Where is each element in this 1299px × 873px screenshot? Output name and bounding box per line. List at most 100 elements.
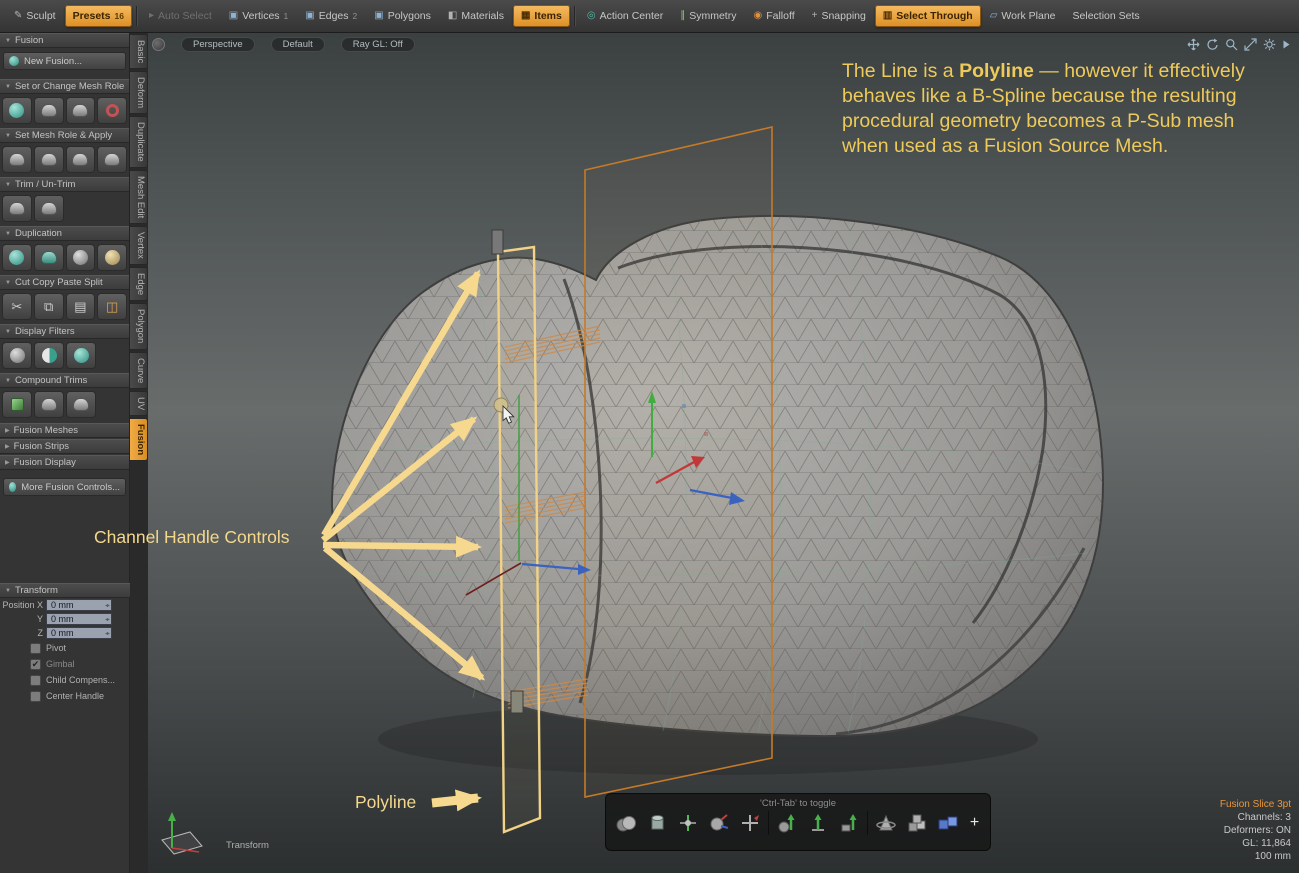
tab-curve[interactable]: Curve [130, 352, 148, 389]
channel-handle-top[interactable] [492, 230, 503, 254]
section-header-trim[interactable]: ▼ Trim / Un-Trim [0, 177, 129, 192]
section-header-role-apply[interactable]: ▼ Set Mesh Role & Apply [0, 128, 129, 143]
position-y-field[interactable]: 0 mm ◂▸ [46, 613, 112, 625]
toolbar-materials[interactable]: ◧ Materials [440, 5, 512, 27]
duplicate-gray-button[interactable] [66, 244, 96, 271]
cube-stack-icon[interactable] [904, 811, 930, 835]
channel-handle-bottom[interactable] [511, 691, 523, 713]
apply-union-button[interactable] [66, 146, 96, 173]
toolbar-sculpt[interactable]: ✎ Sculpt [6, 5, 64, 27]
axes-figure-icon[interactable] [675, 811, 701, 835]
add-tool-button[interactable]: + [966, 814, 984, 832]
tab-fusion[interactable]: Fusion [130, 418, 148, 461]
toolbar-selection-sets[interactable]: Selection Sets [1065, 5, 1148, 27]
green-arrow-item-icon[interactable] [836, 811, 862, 835]
primary-sphere-button[interactable] [2, 97, 32, 124]
tab-deform[interactable]: Deform [130, 71, 148, 114]
section-header-fusion[interactable]: ▼ Fusion [0, 33, 129, 48]
toolbar-symmetry[interactable]: ∥ Symmetry [672, 5, 744, 27]
toolbar-action-center[interactable]: ◎ Action Center [579, 5, 671, 27]
tab-basic[interactable]: Basic [130, 34, 148, 69]
section-header-mesh-role[interactable]: ▼ Set or Change Mesh Role [0, 79, 129, 94]
cut-button[interactable]: ✂ [2, 293, 32, 320]
trim-cylinder-alt-button[interactable] [66, 97, 96, 124]
duplicate-sphere-button[interactable] [2, 244, 32, 271]
remove-role-button[interactable] [97, 97, 127, 124]
rotate-view-icon[interactable] [1206, 38, 1219, 51]
more-fusion-controls-button[interactable]: More Fusion Controls... [3, 478, 126, 496]
tab-duplicate[interactable]: Duplicate [130, 116, 148, 168]
expand-panel-icon[interactable] [1282, 38, 1291, 51]
spinner-icon[interactable]: ◂▸ [105, 616, 109, 623]
compound-add-button[interactable] [2, 391, 32, 418]
trim-cylinder-button[interactable] [34, 97, 64, 124]
new-fusion-button[interactable]: New Fusion... [3, 52, 126, 70]
blue-cubes-icon[interactable] [935, 811, 961, 835]
trim-mesh-button[interactable] [2, 195, 32, 222]
perspective-selector[interactable]: Perspective [181, 37, 255, 52]
toolbar-select-through[interactable]: ▥ Select Through [875, 5, 981, 27]
duplicate-instance-button[interactable] [34, 244, 64, 271]
pivot-checkbox[interactable] [30, 643, 41, 654]
cone-ring-icon[interactable] [873, 811, 899, 835]
spinner-icon[interactable]: ◂▸ [105, 602, 109, 609]
untrim-mesh-button[interactable] [34, 195, 64, 222]
apply-primary-button[interactable] [2, 146, 32, 173]
tab-polygon[interactable]: Polygon [130, 303, 148, 349]
section-header-cut-copy[interactable]: ▼ Cut Copy Paste Split [0, 275, 129, 290]
spinner-icon[interactable]: ◂▸ [105, 630, 109, 637]
viewport-settings-gear-icon[interactable] [1263, 38, 1276, 51]
section-header-duplication[interactable]: ▼ Duplication [0, 226, 129, 241]
filter-airtight-button[interactable] [66, 342, 96, 369]
copy-button[interactable]: ⧉ [34, 293, 64, 320]
toolbar-polygons[interactable]: ▣ Polygons [366, 5, 439, 27]
green-arrow-axes-icon[interactable] [805, 811, 831, 835]
child-compens-checkbox[interactable] [30, 675, 41, 686]
toolbar-falloff[interactable]: ◉ Falloff [745, 5, 802, 27]
compound-subtract-button[interactable] [34, 391, 64, 418]
position-z-field[interactable]: 0 mm ◂▸ [46, 627, 112, 639]
toolbar-auto-select[interactable]: ▸ Auto Select [141, 5, 220, 27]
tab-edge[interactable]: Edge [130, 267, 148, 301]
viewport-canvas[interactable] [148, 33, 1299, 873]
cylinder-tool-icon[interactable] [644, 811, 670, 835]
section-header-fusion-strips[interactable]: ▶ Fusion Strips [0, 439, 129, 454]
tab-vertex[interactable]: Vertex [130, 226, 148, 265]
paste-button[interactable]: ▤ [66, 293, 96, 320]
center-handle-checkbox[interactable] [30, 691, 41, 702]
toolbar-items[interactable]: ▦ Items [513, 5, 570, 27]
compound-intersect-button[interactable] [66, 391, 96, 418]
tab-uv[interactable]: UV [130, 391, 148, 416]
section-header-compound-trims[interactable]: ▼ Compound Trims [0, 373, 129, 388]
section-header-display-filters[interactable]: ▼ Display Filters [0, 324, 129, 339]
duplicate-source-button[interactable] [97, 244, 127, 271]
apply-intersect-button[interactable] [97, 146, 127, 173]
apply-trim-button[interactable] [34, 146, 64, 173]
toolbar-vertices[interactable]: ▣ Vertices 1 [221, 5, 297, 27]
split-button[interactable]: ◫ [97, 293, 127, 320]
gimbal-checkbox[interactable]: ✔ [30, 659, 41, 670]
toolbar-edges[interactable]: ▣ Edges 2 [297, 5, 365, 27]
section-header-transform[interactable]: ▼ Transform [0, 583, 130, 598]
fusion-slice-plane[interactable] [585, 127, 772, 797]
maximize-viewport-icon[interactable] [1244, 38, 1257, 51]
position-x-field[interactable]: 0 mm ◂▸ [46, 599, 112, 611]
zoom-view-icon[interactable] [1225, 38, 1238, 51]
filter-half-button[interactable] [34, 342, 64, 369]
spheres-pair-icon[interactable] [613, 811, 639, 835]
toolbar-work-plane[interactable]: ▱ Work Plane [982, 5, 1064, 27]
green-arrow-figure-icon[interactable] [774, 811, 800, 835]
pan-view-icon[interactable] [1187, 38, 1200, 51]
raygl-toggle[interactable]: Ray GL: Off [341, 37, 415, 52]
filter-solid-button[interactable] [2, 342, 32, 369]
tab-mesh-edit[interactable]: Mesh Edit [130, 170, 148, 224]
viewport-menu-button[interactable] [152, 38, 165, 51]
move-axes-icon[interactable] [737, 811, 763, 835]
shading-selector[interactable]: Default [271, 37, 325, 52]
section-header-fusion-meshes[interactable]: ▶ Fusion Meshes [0, 423, 129, 438]
toolbar-snapping[interactable]: + Snapping [804, 5, 874, 27]
toolbar-presets[interactable]: Presets 16 [65, 5, 132, 27]
section-header-fusion-display[interactable]: ▶ Fusion Display [0, 455, 129, 470]
3d-viewport[interactable]: Perspective Default Ray GL: Off The Line… [148, 33, 1299, 873]
spheres-axes-icon[interactable] [706, 811, 732, 835]
